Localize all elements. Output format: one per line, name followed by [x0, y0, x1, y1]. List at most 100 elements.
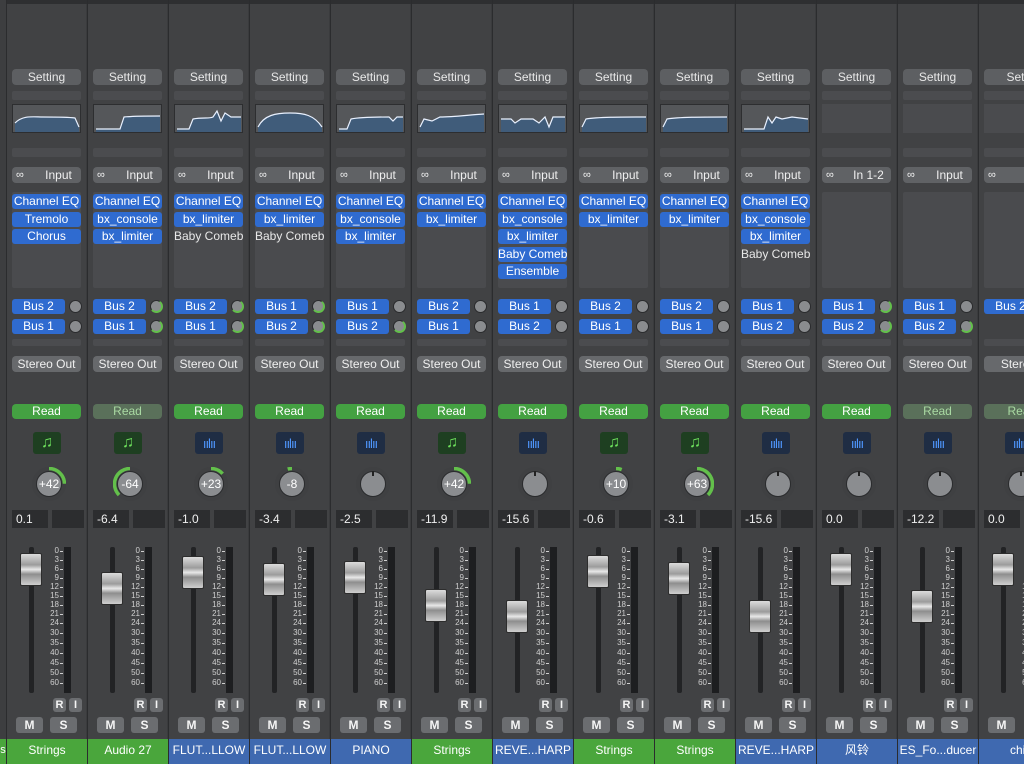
send-level-knob[interactable] [636, 320, 649, 333]
volume-readout[interactable]: -15.6 [741, 510, 777, 528]
input-slot[interactable]: ∞ Input [93, 167, 162, 183]
insert-plugin[interactable]: Baby Comeb [255, 229, 324, 244]
insert-slots-area[interactable] [903, 192, 972, 288]
output-slot[interactable]: Stereo Out [579, 356, 648, 372]
insert-plugin[interactable]: bx_limiter [255, 211, 324, 227]
automation-mode-button[interactable]: Read [579, 404, 648, 419]
insert-plugin[interactable]: Channel EQ [741, 194, 810, 209]
automation-mode-button[interactable]: Read [822, 404, 891, 419]
input-slot[interactable]: ∞ Input [174, 167, 243, 183]
send-slot[interactable]: Bus 1 [255, 299, 308, 314]
record-enable-button[interactable]: R [701, 698, 714, 712]
record-enable-button[interactable]: R [53, 698, 66, 712]
volume-readout[interactable]: -3.1 [660, 510, 696, 528]
input-slot[interactable]: ∞ Input [255, 167, 324, 183]
send-slot[interactable]: Bus 2 [174, 299, 227, 314]
track-name[interactable]: Strings [7, 739, 87, 764]
send-slot[interactable]: Bus 2 [741, 319, 794, 334]
output-slot[interactable]: Stereo Out [255, 356, 324, 372]
send-slot[interactable]: Bus 2 [93, 299, 146, 314]
music-note-icon[interactable]: ♫ [681, 432, 709, 454]
insert-plugin[interactable]: Baby Comeb [174, 229, 243, 244]
insert-plugin[interactable]: Channel EQ [174, 194, 243, 209]
link-icon[interactable]: ∞ [583, 167, 591, 183]
pan-knob[interactable]: +63 [680, 467, 714, 501]
mute-button[interactable]: M [502, 717, 529, 733]
eq-thumbnail[interactable] [903, 104, 972, 133]
automation-mode-button[interactable]: Read [903, 404, 972, 419]
solo-button[interactable]: S [536, 717, 563, 733]
link-icon[interactable]: ∞ [664, 167, 672, 183]
eq-thumbnail[interactable] [174, 104, 243, 133]
send-level-knob[interactable] [879, 300, 892, 313]
empty-send-slot[interactable] [255, 339, 324, 346]
send-slot[interactable]: Bus 2 [660, 299, 713, 314]
track-name[interactable]: REVE...HARP [493, 739, 573, 764]
volume-readout[interactable]: -11.9 [417, 510, 453, 528]
send-level-knob[interactable] [150, 300, 163, 313]
mute-button[interactable]: M [16, 717, 43, 733]
insert-plugin[interactable]: bx_limiter [498, 229, 567, 244]
input-monitor-button[interactable]: I [798, 698, 811, 712]
track-name[interactable]: ES_Fo...ducer [898, 739, 978, 764]
send-slot[interactable]: Bus 1 [579, 319, 632, 334]
send-slot[interactable]: Bus 1 [93, 319, 146, 334]
insert-slots-area[interactable] [822, 192, 891, 288]
insert-plugin[interactable]: Channel EQ [417, 194, 486, 209]
send-level-knob[interactable] [231, 300, 244, 313]
mute-button[interactable]: M [259, 717, 286, 733]
send-level-knob[interactable] [555, 300, 568, 313]
mute-button[interactable]: M [97, 717, 124, 733]
send-level-knob[interactable] [474, 300, 487, 313]
insert-plugin[interactable]: Channel EQ [255, 194, 324, 209]
waveform-icon[interactable]: ıılıı [195, 432, 223, 454]
insert-plugin[interactable]: Channel EQ [579, 194, 648, 209]
waveform-icon[interactable]: ıılıı [519, 432, 547, 454]
output-slot[interactable]: Stereo Out [903, 356, 972, 372]
track-name[interactable]: Strings [412, 739, 492, 764]
input-slot[interactable]: ∞ Input [12, 167, 81, 183]
insert-plugin[interactable]: bx_console [93, 211, 162, 227]
eq-thumbnail[interactable] [336, 104, 405, 133]
eq-thumbnail[interactable] [660, 104, 729, 133]
empty-send-slot[interactable] [903, 339, 972, 346]
setting-button[interactable]: Setting [660, 69, 729, 85]
insert-plugin[interactable]: Channel EQ [498, 194, 567, 209]
link-icon[interactable]: ∞ [16, 167, 24, 183]
insert-plugin[interactable]: Channel EQ [336, 194, 405, 209]
waveform-icon[interactable]: ıılıı [843, 432, 871, 454]
solo-button[interactable]: S [860, 717, 887, 733]
send-level-knob[interactable] [879, 320, 892, 333]
output-slot[interactable]: Stereo Out [336, 356, 405, 372]
solo-button[interactable]: S [50, 717, 77, 733]
send-level-knob[interactable] [798, 300, 811, 313]
setting-button[interactable]: Setting [12, 69, 81, 85]
pan-knob[interactable] [761, 467, 795, 501]
input-slot[interactable]: ∞ In [984, 167, 1024, 183]
setting-button[interactable]: Setting [174, 69, 243, 85]
input-slot[interactable]: ∞ Input [660, 167, 729, 183]
volume-readout[interactable]: -12.2 [903, 510, 939, 528]
insert-plugin[interactable]: Channel EQ [660, 194, 729, 209]
send-level-knob[interactable] [555, 320, 568, 333]
setting-button[interactable]: Setting [741, 69, 810, 85]
track-name[interactable]: Strings [574, 739, 654, 764]
record-enable-button[interactable]: R [863, 698, 876, 712]
mute-button[interactable]: M [664, 717, 691, 733]
automation-mode-button[interactable]: Read [741, 404, 810, 419]
output-slot[interactable]: Stereo Out [93, 356, 162, 372]
send-level-knob[interactable] [717, 300, 730, 313]
volume-readout[interactable]: -2.5 [336, 510, 372, 528]
pan-knob[interactable]: +10 [599, 467, 633, 501]
insert-plugin[interactable]: bx_limiter [417, 211, 486, 227]
track-name[interactable]: 风铃 [817, 739, 897, 764]
link-icon[interactable]: ∞ [421, 167, 429, 183]
insert-plugin[interactable]: bx_limiter [93, 229, 162, 244]
input-slot[interactable]: ∞ Input [579, 167, 648, 183]
link-icon[interactable]: ∞ [340, 167, 348, 183]
setting-button[interactable]: Setting [822, 69, 891, 85]
insert-plugin[interactable]: bx_limiter [660, 211, 729, 227]
solo-button[interactable]: S [941, 717, 968, 733]
send-level-knob[interactable] [312, 300, 325, 313]
insert-plugin[interactable]: Chorus [12, 229, 81, 244]
